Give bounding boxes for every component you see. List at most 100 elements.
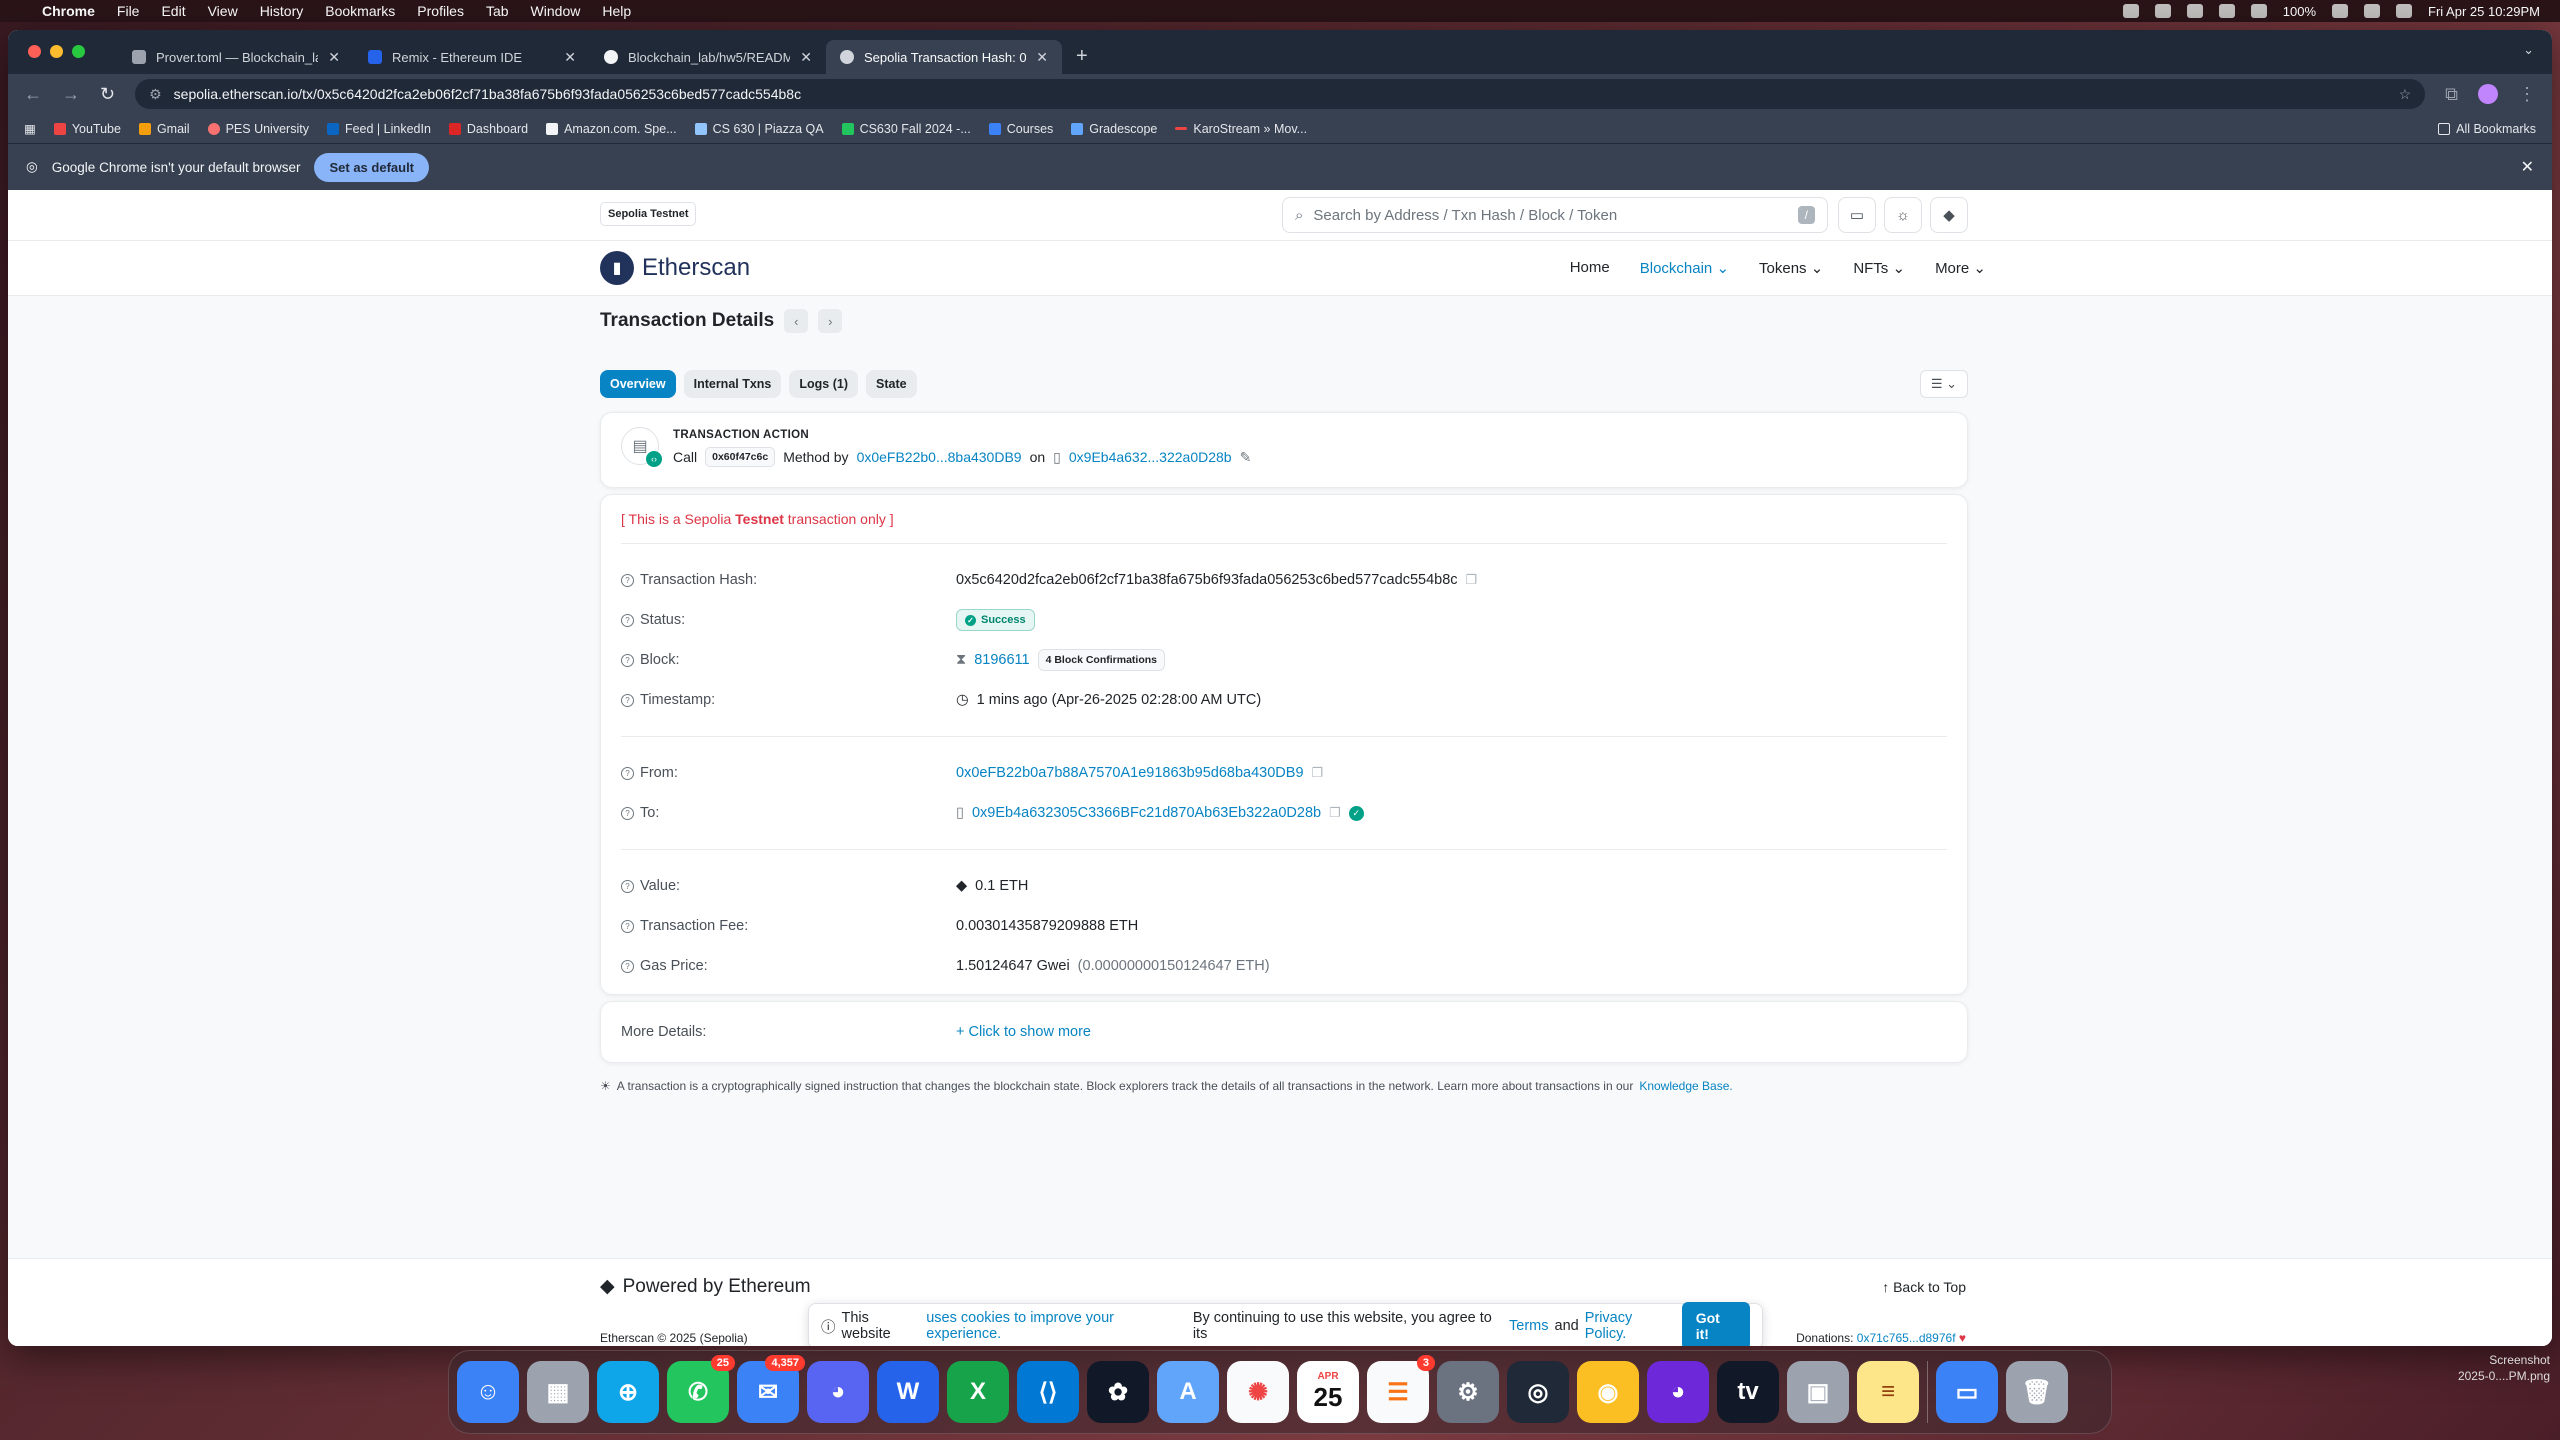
tab-overview[interactable]: Overview <box>600 370 676 398</box>
control-center-icon[interactable] <box>2364 4 2380 18</box>
bookmark-item[interactable]: Gmail <box>138 122 190 136</box>
reminders-icon[interactable]: ☰ 3 <box>1367 1355 1435 1423</box>
menu-app[interactable]: Chrome <box>42 3 95 19</box>
tab-search-icon[interactable]: ⌄ <box>2523 42 2534 58</box>
chatgpt-icon[interactable]: ✿ <box>1087 1361 1149 1423</box>
close-infobar-icon[interactable]: ✕ <box>2521 157 2534 177</box>
help-icon[interactable]: ? <box>621 959 634 973</box>
status-icon[interactable] <box>2186 4 2203 18</box>
reader-icon[interactable]: ▭ <box>1838 197 1876 233</box>
chrome-menu-icon[interactable]: ⋮ <box>2518 84 2536 105</box>
tab-internal-txns[interactable]: Internal Txns <box>683 370 782 398</box>
site-info-icon[interactable]: ⚙ <box>149 86 162 103</box>
show-more-link[interactable]: + Click to show more <box>956 1024 1091 1040</box>
browser-tab[interactable]: Blockchain_lab/hw5/README ✕ <box>590 40 826 74</box>
bookmark-item[interactable]: Amazon.com. Spe... <box>546 122 677 136</box>
bookmark-item[interactable]: KaroStream » Mov... <box>1175 122 1307 136</box>
all-bookmarks[interactable]: All Bookmarks <box>2438 122 2536 136</box>
activity-icon[interactable]: ◎ <box>1507 1361 1569 1423</box>
status-icon[interactable] <box>2154 4 2171 18</box>
wifi-icon[interactable] <box>2218 4 2235 18</box>
menubar-clock[interactable]: Fri Apr 25 10:29PM <box>2428 4 2540 19</box>
menu-history[interactable]: History <box>260 3 304 19</box>
downloads-folder-icon[interactable]: ▭ <box>1936 1361 1998 1423</box>
nav-blockchain[interactable]: Blockchain ⌄ <box>1640 259 1729 277</box>
from-address-link[interactable]: 0x0eFB22b0a7b88A7570A1e91863b95d68ba430D… <box>956 765 1304 781</box>
menu-window[interactable]: Window <box>531 3 581 19</box>
to-short-link[interactable]: 0x9Eb4a632...322a0D28b <box>1069 449 1232 465</box>
calendar-icon[interactable]: APR 25 <box>1297 1361 1359 1423</box>
menu-view[interactable]: View <box>208 3 238 19</box>
trash-icon[interactable]: 🗑 <box>2006 1361 2068 1423</box>
help-icon[interactable]: ? <box>621 653 634 667</box>
app-store-icon[interactable]: A <box>1157 1361 1219 1423</box>
bookmark-item[interactable]: CS630 Fall 2024 -... <box>841 122 971 136</box>
got-it-button[interactable]: Got it! <box>1681 1302 1750 1346</box>
help-icon[interactable]: ? <box>621 879 634 893</box>
minimize-window-button[interactable] <box>50 45 63 58</box>
bookmark-item[interactable]: Gradescope <box>1071 122 1157 136</box>
from-short-link[interactable]: 0x0eFB22b0...8ba430DB9 <box>857 449 1022 465</box>
menu-file[interactable]: File <box>117 3 140 19</box>
excel-icon[interactable]: X <box>947 1361 1009 1423</box>
nav-home[interactable]: Home <box>1570 259 1610 277</box>
menu-tab[interactable]: Tab <box>486 3 509 19</box>
battery-icon[interactable] <box>2332 4 2348 18</box>
close-tab-icon[interactable]: ✕ <box>800 49 812 66</box>
desktop-screenshot-file[interactable]: Screenshot 2025-0....PM.png <box>2458 1352 2550 1384</box>
launchpad-icon[interactable]: ▦ <box>527 1361 589 1423</box>
chrome-icon[interactable]: ◉ <box>1577 1361 1639 1423</box>
zoom-window-button[interactable] <box>72 45 85 58</box>
cookie-link[interactable]: uses cookies to improve your experience. <box>926 1310 1187 1342</box>
edit-pencil-icon[interactable]: ✎ <box>1240 449 1252 466</box>
finder-icon[interactable]: ☺ <box>457 1361 519 1423</box>
copy-icon[interactable]: ❐ <box>1466 572 1478 588</box>
browser-tab[interactable]: Remix - Ethereum IDE ✕ <box>354 40 590 74</box>
tab-state[interactable]: State <box>866 370 917 398</box>
github-desktop-icon[interactable]: ◕ <box>1647 1361 1709 1423</box>
forward-icon[interactable]: → <box>62 84 80 105</box>
photos-icon[interactable]: ✺ <box>1227 1361 1289 1423</box>
apple-tv-icon[interactable]: tv <box>1717 1361 1779 1423</box>
help-icon[interactable]: ? <box>621 613 634 627</box>
notes-icon[interactable]: ≡ <box>1857 1361 1919 1423</box>
bookmark-star-icon[interactable]: ☆ <box>2399 86 2412 103</box>
knowledge-base-link[interactable]: Knowledge Base. <box>1639 1079 1732 1093</box>
nav-tokens[interactable]: Tokens ⌄ <box>1759 259 1823 277</box>
word-icon[interactable]: W <box>877 1361 939 1423</box>
nav-more[interactable]: More ⌄ <box>1935 259 1986 277</box>
help-icon[interactable]: ? <box>621 573 634 587</box>
privacy-link[interactable]: Privacy Policy. <box>1585 1310 1676 1342</box>
new-tab-icon[interactable]: + <box>1076 45 1088 68</box>
browser-tab-active[interactable]: Sepolia Transaction Hash: 0x ✕ <box>826 40 1062 74</box>
bookmark-item[interactable]: Feed | LinkedIn <box>326 122 431 136</box>
bookmark-item[interactable]: YouTube <box>53 122 121 136</box>
play-icon[interactable] <box>2250 4 2267 18</box>
extensions-icon[interactable]: ⧉ <box>2445 84 2458 105</box>
help-icon[interactable]: ? <box>621 693 634 707</box>
menu-help[interactable]: Help <box>602 3 631 19</box>
discord-icon[interactable]: ◕ <box>807 1361 869 1423</box>
donations-link[interactable]: 0x71c765...d8976f <box>1857 1331 1956 1345</box>
profile-avatar[interactable] <box>2478 84 2498 104</box>
mail-icon[interactable]: ✉ 4,357 <box>737 1355 805 1423</box>
help-icon[interactable]: ? <box>621 919 634 933</box>
address-bar[interactable]: ⚙ sepolia.etherscan.io/tx/0x5c6420d2fca2… <box>135 79 2426 109</box>
close-tab-icon[interactable]: ✕ <box>564 49 576 66</box>
nav-nfts[interactable]: NFTs ⌄ <box>1853 259 1905 277</box>
browser-tab[interactable]: Prover.toml — Blockchain_lab ✕ <box>118 40 354 74</box>
close-tab-icon[interactable]: ✕ <box>1036 49 1048 66</box>
tab-logs[interactable]: Logs (1) <box>789 370 858 398</box>
back-icon[interactable]: ← <box>24 84 42 105</box>
theme-sun-icon[interactable]: ☼ <box>1884 197 1922 233</box>
bookmark-item[interactable]: PES University <box>207 122 309 136</box>
list-options-icon[interactable]: ☰ ⌄ <box>1919 370 1968 398</box>
copy-icon[interactable]: ❐ <box>1329 805 1341 821</box>
preview-icon[interactable]: ▣ <box>1787 1361 1849 1423</box>
status-icon[interactable] <box>2122 4 2139 18</box>
bookmark-item[interactable]: CS 630 | Piazza QA <box>694 122 824 136</box>
apps-grid-icon[interactable]: ▦ <box>24 121 36 136</box>
reload-icon[interactable]: ↻ <box>100 84 115 105</box>
close-window-button[interactable] <box>28 45 41 58</box>
help-icon[interactable]: ? <box>621 766 634 780</box>
